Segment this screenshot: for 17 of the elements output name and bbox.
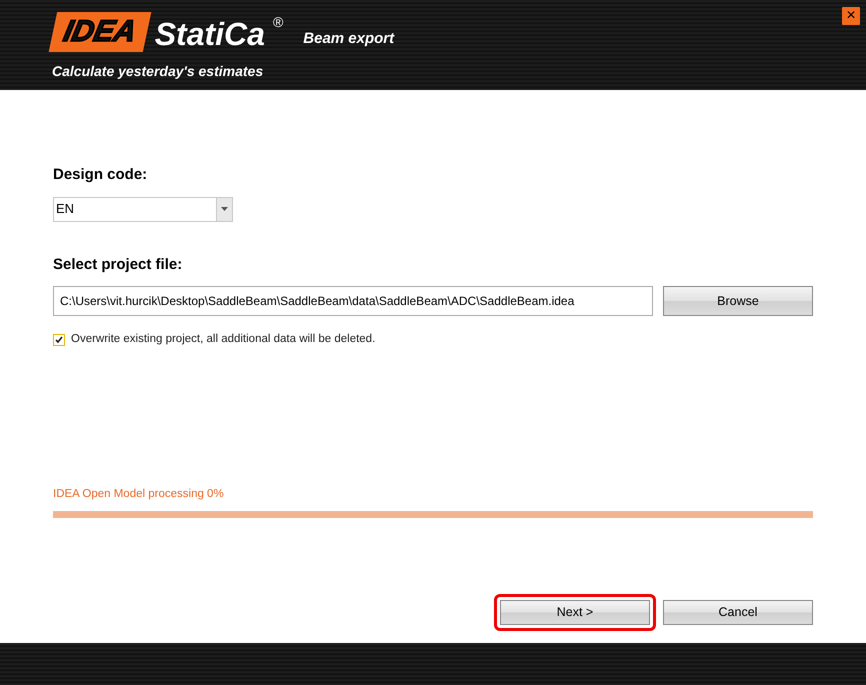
tagline: Calculate yesterday's estimates bbox=[52, 62, 264, 81]
dialog-button[interactable]: Next > bbox=[500, 600, 650, 625]
file-path-field[interactable]: C:\Users\vit.hurcik\Desktop\SaddleBeam\SaddleBeam\data\SaddleBeam\ADC\SaddleBeam.idea bbox=[53, 286, 653, 316]
field-label: Select project file: bbox=[53, 254, 184, 274]
dropdown-arrow-icon bbox=[221, 207, 228, 211]
dialog-button[interactable]: Cancel bbox=[663, 600, 813, 625]
overwrite-label: Overwrite existing project, all additional data will be deleted. bbox=[71, 332, 376, 347]
design-code-dropdown[interactable]: EN bbox=[53, 196, 233, 222]
logo-text: StatiCa bbox=[154, 16, 265, 52]
field-label: Design code: bbox=[53, 165, 148, 185]
close-button[interactable]: × bbox=[842, 7, 860, 25]
checkbox[interactable] bbox=[53, 334, 65, 346]
logo-mark: IDEA bbox=[48, 12, 151, 52]
browse-button[interactable]: Browse bbox=[663, 286, 813, 316]
progress-status: IDEA Open Model processing 0% bbox=[53, 486, 225, 502]
product-name: Beam export bbox=[303, 28, 394, 48]
registered-mark: ® bbox=[272, 13, 284, 32]
